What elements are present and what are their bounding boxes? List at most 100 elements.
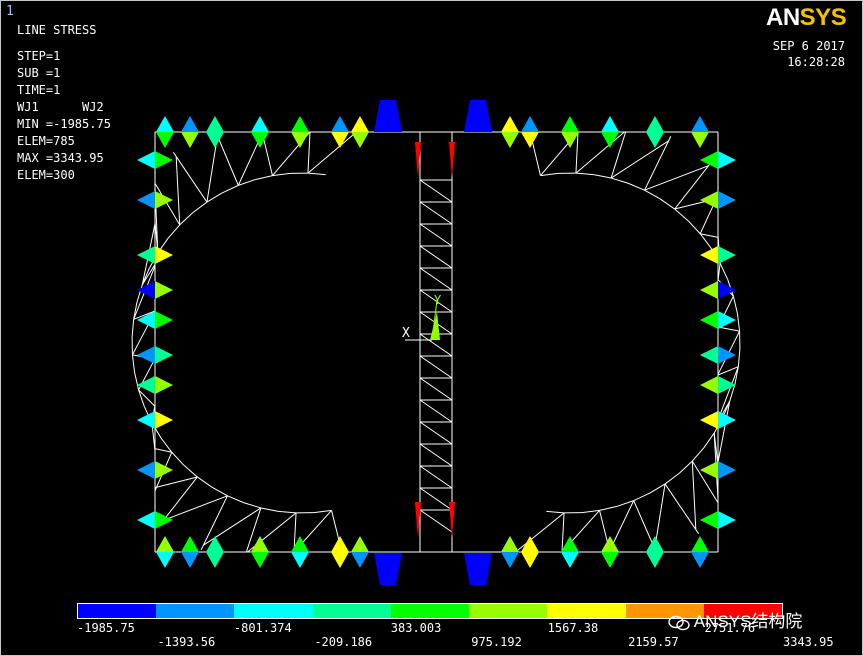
legend-label: 1567.38 [547, 621, 599, 635]
beam-element [131, 354, 136, 373]
stress-diagram [137, 511, 155, 529]
stress-diagram [561, 116, 579, 132]
stress-diagram [137, 151, 155, 169]
stress-diagram [561, 536, 579, 552]
stress-diagram [646, 116, 664, 132]
stress-diagram [351, 552, 369, 568]
stress-diagram [251, 552, 269, 568]
stress-diagram [718, 151, 736, 169]
stress-diagram [251, 116, 269, 132]
beam-element [197, 476, 213, 488]
beam-element [134, 372, 140, 390]
stress-diagram [464, 100, 492, 132]
stress-diagram [691, 536, 709, 552]
beam-element [154, 476, 198, 489]
beam-element [599, 505, 617, 511]
legend-swatch [312, 604, 391, 618]
stress-diagram [601, 536, 619, 552]
stress-diagram [155, 246, 173, 264]
beam-element [575, 172, 594, 176]
wechat-icon [668, 615, 690, 631]
stress-diagram [137, 346, 155, 364]
beam-element [515, 512, 565, 553]
stress-diagram [521, 132, 539, 148]
beam-element [419, 399, 453, 423]
beam-element [419, 245, 453, 269]
beam-element [674, 208, 689, 222]
stress-diagram [137, 311, 155, 329]
stress-diagram [700, 311, 718, 329]
beam-element [255, 175, 273, 181]
stress-diagram [291, 132, 309, 148]
legend-swatch [156, 604, 235, 618]
stress-diagram [700, 246, 718, 264]
stress-diagram [700, 281, 718, 299]
legend-label: -1393.56 [157, 635, 216, 649]
beam-element [419, 179, 453, 203]
legend-swatch [390, 604, 470, 618]
stress-diagram [561, 552, 579, 568]
stress-diagram [206, 552, 224, 568]
stress-diagram [155, 411, 173, 429]
stress-diagram [137, 411, 155, 429]
beam-element [206, 192, 223, 203]
stress-diagram [155, 376, 173, 394]
stress-diagram [331, 116, 349, 132]
stress-diagram [351, 116, 369, 132]
stress-diagram [137, 191, 155, 209]
beam-element [540, 172, 559, 177]
legend-label: 975.192 [471, 635, 522, 649]
beam-element [575, 131, 625, 174]
stress-diagram [156, 132, 174, 148]
beam-element [575, 131, 579, 174]
watermark-text: ANSYS结构院 [693, 612, 803, 631]
stress-diagram [449, 142, 455, 178]
stress-diagram [155, 151, 173, 169]
beam-element [419, 267, 453, 291]
beam-element [546, 510, 565, 514]
beam-element [167, 224, 181, 239]
stress-diagram [351, 132, 369, 148]
beam-element [717, 326, 740, 332]
stress-diagram [718, 191, 736, 209]
legend-swatch [234, 604, 313, 618]
beam-element [561, 512, 565, 553]
stress-diagram [700, 376, 718, 394]
frame-model: XY [131, 100, 741, 585]
stress-diagram [251, 536, 269, 552]
beam-element [703, 432, 715, 448]
stress-diagram [291, 552, 309, 568]
beam-element [419, 443, 453, 467]
stress-diagram [331, 536, 349, 552]
beam-element [211, 486, 228, 497]
stress-diagram [646, 552, 664, 568]
beam-element [593, 174, 612, 179]
stress-diagram [181, 536, 199, 552]
beam-element [691, 447, 705, 462]
stress-diagram [464, 553, 492, 585]
stress-diagram [718, 346, 736, 364]
beam-element [419, 421, 453, 445]
axis-label-y: Y [434, 293, 442, 307]
beam-element [678, 460, 693, 474]
beam-element [419, 509, 453, 533]
stress-diagram [521, 536, 539, 552]
stress-diagram [700, 411, 718, 429]
legend-swatch [547, 604, 626, 618]
beam-element [610, 177, 629, 184]
beam-element [732, 296, 738, 314]
beam-element [581, 509, 600, 514]
stress-diagram [155, 461, 173, 479]
stress-diagram [700, 461, 718, 479]
stress-diagram [181, 116, 199, 132]
legend-label: -1985.75 [77, 621, 135, 635]
beam-element [419, 355, 453, 379]
stress-diagram [646, 536, 664, 552]
stress-diagram [718, 511, 736, 529]
beam-element [419, 201, 453, 225]
stress-diagram [137, 461, 155, 479]
stress-diagram [601, 116, 619, 132]
beam-element [243, 502, 262, 509]
legend-label: 2159.57 [628, 635, 679, 649]
stress-diagram [718, 311, 736, 329]
